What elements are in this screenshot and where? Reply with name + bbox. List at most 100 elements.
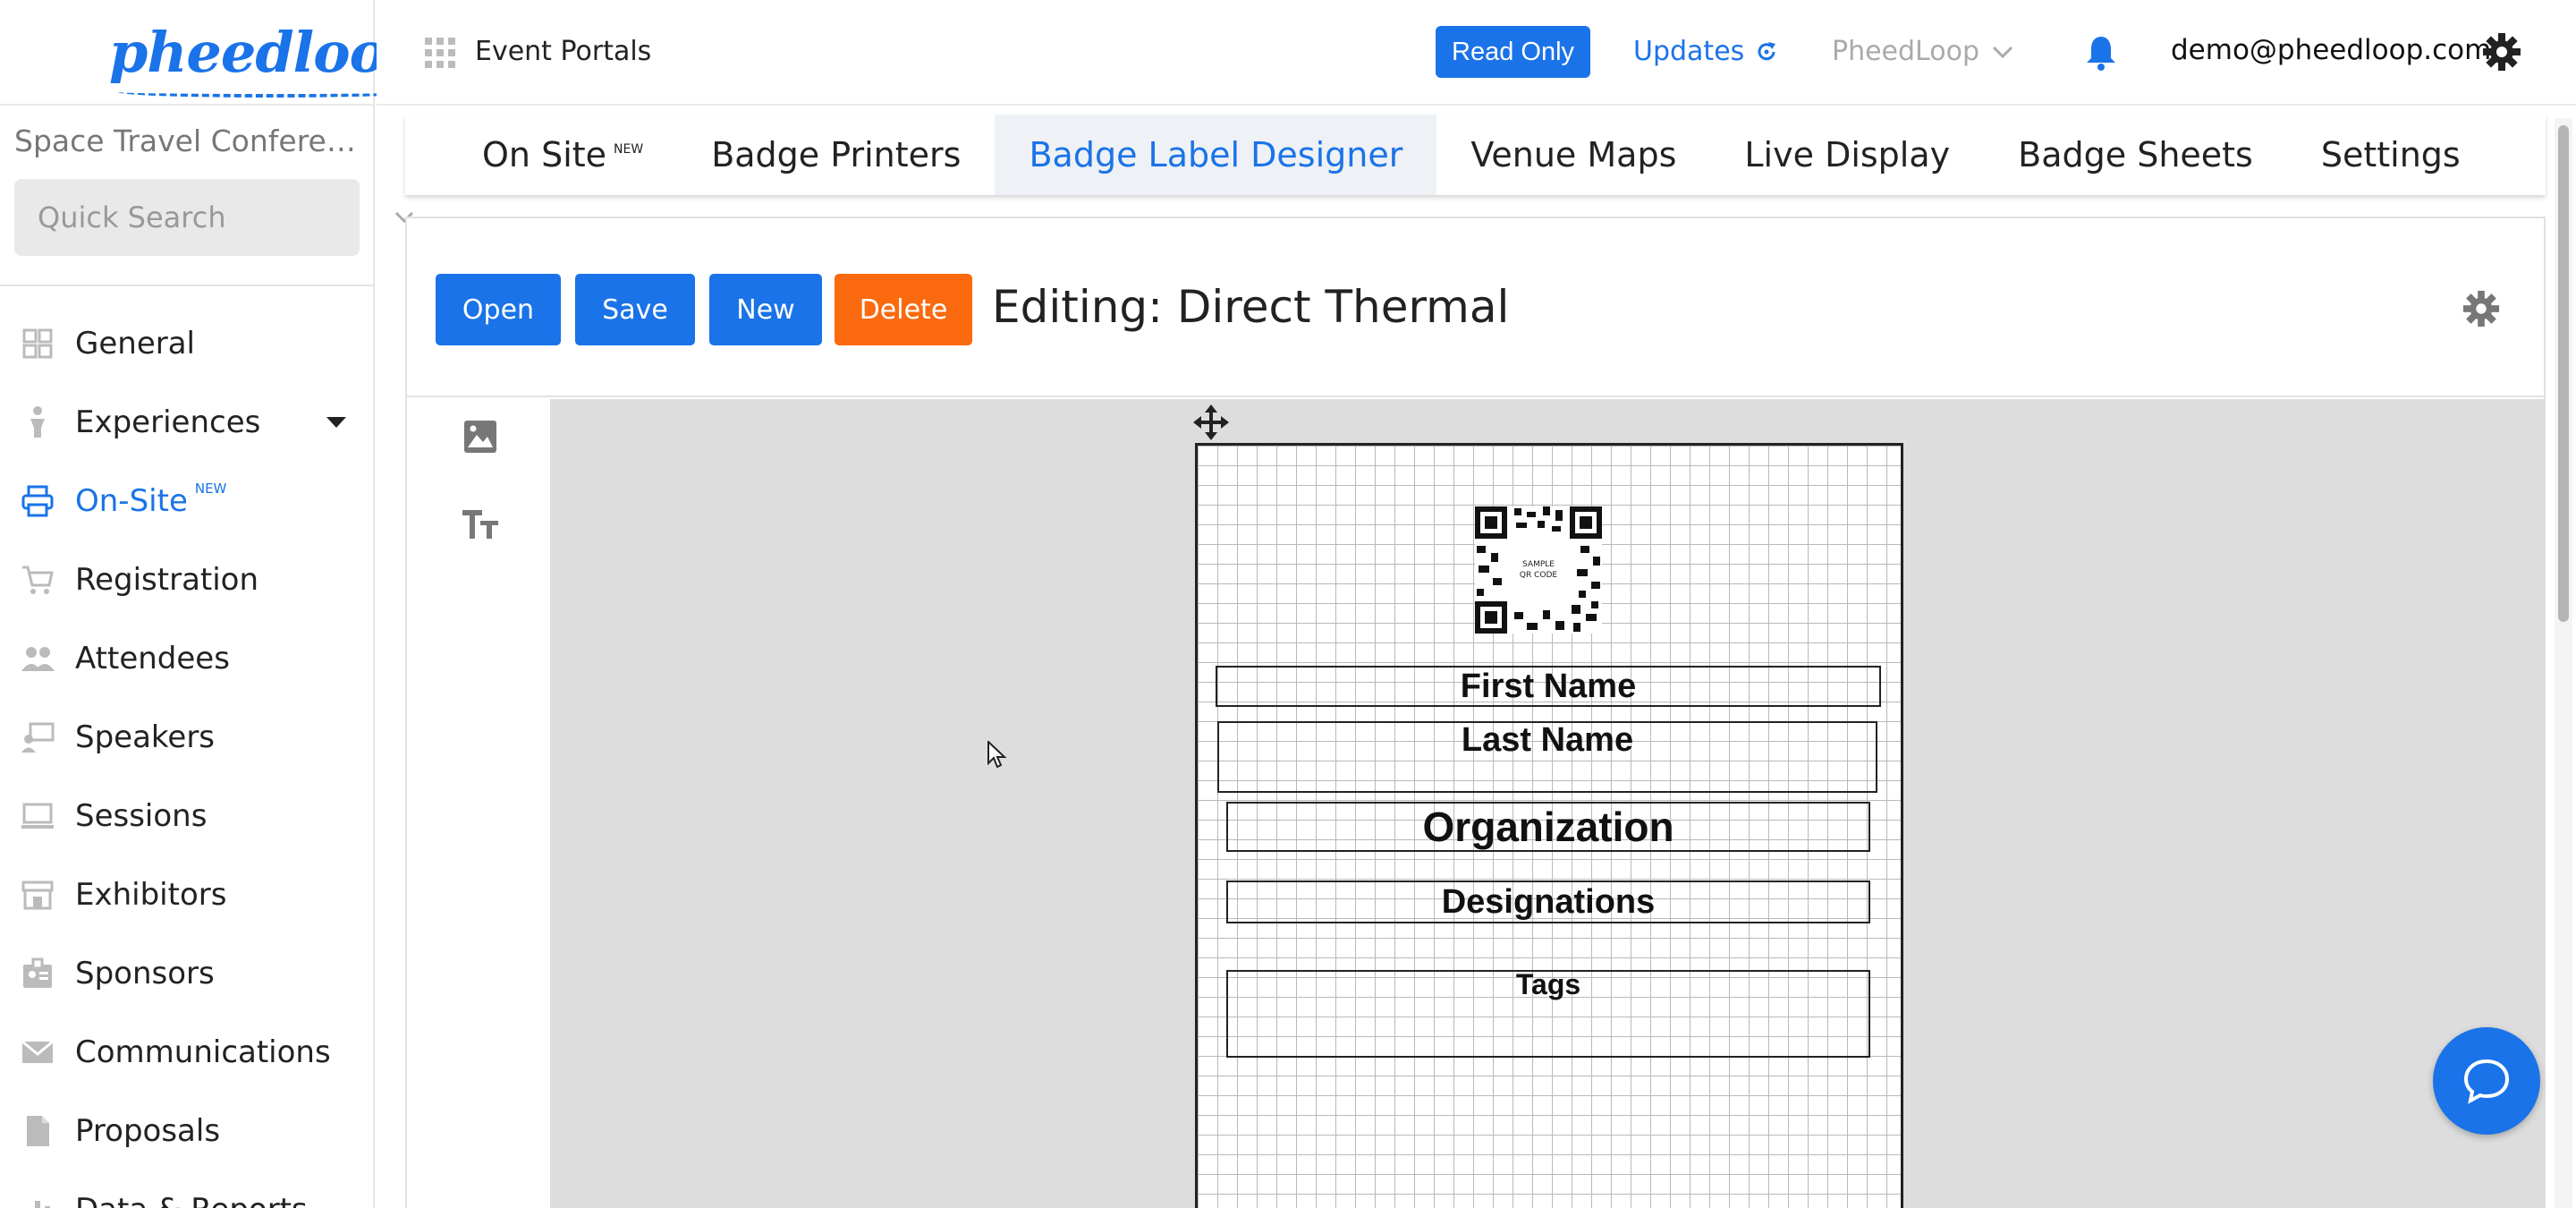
- qr-placeholder-label: SAMPLE QR CODE: [1502, 533, 1575, 607]
- tab-on-site[interactable]: On Site NEW: [448, 115, 677, 195]
- quick-search[interactable]: [14, 179, 414, 256]
- sidebar-item-sessions[interactable]: Sessions: [0, 777, 375, 855]
- tags-label: Tags: [1515, 968, 1581, 1000]
- event-name[interactable]: Space Travel Conference 2024: [14, 123, 368, 158]
- delete-button[interactable]: Delete: [835, 274, 972, 345]
- printer-icon: [18, 481, 57, 521]
- tab-label: Venue Maps: [1470, 135, 1677, 174]
- sidebar-item-sponsors[interactable]: Sponsors: [0, 934, 375, 1013]
- tab-label: Badge Printers: [711, 135, 962, 174]
- event-portals-link[interactable]: Event Portals: [475, 36, 651, 67]
- bell-icon[interactable]: [2083, 34, 2119, 72]
- updates-label: Updates: [1633, 36, 1745, 67]
- sidebar-item-on-site[interactable]: On-Site NEW: [0, 462, 375, 540]
- sidebar-item-label: Communications: [75, 1034, 331, 1070]
- chat-bubble-icon: [2463, 1059, 2510, 1104]
- qr-code[interactable]: SAMPLE QR CODE: [1475, 506, 1602, 634]
- badge-label-canvas[interactable]: SAMPLE QR CODE First Name Last Name Orga…: [1195, 443, 1903, 1208]
- save-button[interactable]: Save: [575, 274, 695, 345]
- tab-badge-label-designer[interactable]: Badge Label Designer: [995, 115, 1437, 195]
- sidebar-item-speakers[interactable]: Speakers: [0, 698, 375, 777]
- badge-icon: [18, 954, 57, 993]
- organization-field[interactable]: Organization: [1226, 802, 1870, 852]
- text-tool-icon[interactable]: [461, 506, 500, 542]
- cart-icon: [18, 560, 57, 600]
- organization-label: PheedLoop: [1832, 36, 1979, 67]
- onsite-tabs: On Site NEW Badge Printers Badge Label D…: [405, 115, 2546, 195]
- tab-label: Badge Sheets: [2018, 135, 2253, 174]
- sidebar: pheedloop Space Travel Conference 2024 G…: [0, 0, 424, 1208]
- sidebar-item-label: Experiences: [75, 404, 261, 440]
- new-badge: NEW: [194, 481, 227, 497]
- caret-down-icon[interactable]: [326, 417, 346, 428]
- open-button[interactable]: Open: [436, 274, 561, 345]
- tab-label: On Site: [482, 135, 607, 174]
- new-badge: NEW: [614, 142, 644, 157]
- last-name-field[interactable]: Last Name: [1217, 721, 1877, 793]
- gear-icon[interactable]: [2482, 32, 2521, 72]
- user-email[interactable]: demo@pheedloop.com: [2171, 34, 2491, 66]
- refresh-icon: [1758, 41, 1776, 60]
- chat-button[interactable]: [2433, 1027, 2540, 1135]
- tab-live-display[interactable]: Live Display: [1710, 115, 1984, 195]
- experiences-icon: [18, 403, 57, 442]
- tab-label: Settings: [2320, 135, 2461, 174]
- sidebar-item-label: General: [75, 326, 195, 362]
- mail-icon: [18, 1033, 57, 1072]
- sidebar-item-label: Exhibitors: [75, 877, 227, 913]
- scrollbar-thumb[interactable]: [2558, 125, 2569, 622]
- tab-settings[interactable]: Settings: [2287, 115, 2495, 195]
- tags-field[interactable]: Tags: [1226, 968, 1870, 1058]
- people-icon: [18, 639, 57, 678]
- organization-dropdown[interactable]: PheedLoop: [1832, 36, 2013, 67]
- updates-link[interactable]: Updates: [1633, 36, 1778, 67]
- element-tools: [407, 399, 550, 1208]
- design-canvas[interactable]: SAMPLE QR CODE First Name Last Name Orga…: [550, 399, 2546, 1208]
- new-button[interactable]: New: [709, 274, 822, 345]
- sidebar-item-exhibitors[interactable]: Exhibitors: [0, 855, 375, 934]
- editor-toolbar: Open Save New Delete Editing: Direct The…: [407, 218, 2544, 397]
- gear-icon[interactable]: [2462, 290, 2500, 328]
- chart-icon: [18, 1190, 57, 1208]
- monitor-icon: [18, 796, 57, 836]
- sidebar-item-registration[interactable]: Registration: [0, 540, 375, 619]
- sidebar-item-general[interactable]: General: [0, 304, 375, 383]
- sidebar-item-label: Sessions: [75, 798, 208, 834]
- tab-badge-printers[interactable]: Badge Printers: [677, 115, 995, 195]
- badge-editor-panel: Open Save New Delete Editing: Direct The…: [405, 217, 2546, 1208]
- tab-venue-maps[interactable]: Venue Maps: [1436, 115, 1710, 195]
- mouse-cursor-icon: [987, 741, 1007, 769]
- tab-badge-sheets[interactable]: Badge Sheets: [1984, 115, 2287, 195]
- qr-label-line-1: SAMPLE: [1522, 560, 1555, 569]
- sidebar-item-communications[interactable]: Communications: [0, 1013, 375, 1092]
- editing-title: Editing: Direct Thermal: [992, 281, 1510, 333]
- sidebar-item-attendees[interactable]: Attendees: [0, 619, 375, 698]
- read-only-button[interactable]: Read Only: [1436, 26, 1591, 78]
- store-icon: [18, 875, 57, 915]
- document-icon: [18, 1111, 57, 1151]
- sidebar-item-label: Speakers: [75, 719, 216, 755]
- sidebar-item-experiences[interactable]: Experiences: [0, 383, 375, 462]
- sidebar-item-label: Attendees: [75, 641, 230, 676]
- sidebar-item-proposals[interactable]: Proposals: [0, 1092, 375, 1170]
- first-name-field[interactable]: First Name: [1216, 666, 1881, 707]
- tab-label: Live Display: [1744, 135, 1951, 174]
- page-scrollbar[interactable]: [2555, 118, 2572, 1208]
- sidebar-divider: [0, 285, 375, 286]
- apps-grid-icon[interactable]: [425, 38, 455, 68]
- sidebar-item-label: Proposals: [75, 1113, 221, 1149]
- qr-label-line-2: QR CODE: [1519, 571, 1558, 580]
- last-name-label: Last Name: [1461, 721, 1634, 759]
- sidebar-header: pheedloop: [0, 0, 424, 106]
- sidebar-item-label: Registration: [75, 562, 259, 598]
- sidebar-item-data-reports[interactable]: Data & Reports: [0, 1170, 375, 1208]
- image-tool-icon[interactable]: [462, 419, 498, 455]
- quick-search-input[interactable]: [14, 179, 394, 256]
- chevron-down-icon: [1992, 46, 2013, 58]
- sidebar-item-label: On-Site: [75, 483, 188, 519]
- sidebar-item-label: Data & Reports: [75, 1192, 308, 1208]
- designations-field[interactable]: Designations: [1226, 880, 1870, 923]
- move-icon[interactable]: [1191, 403, 1231, 442]
- speaker-icon: [18, 718, 57, 757]
- top-bar: Event Portals Read Only Updates PheedLoo…: [377, 0, 2576, 106]
